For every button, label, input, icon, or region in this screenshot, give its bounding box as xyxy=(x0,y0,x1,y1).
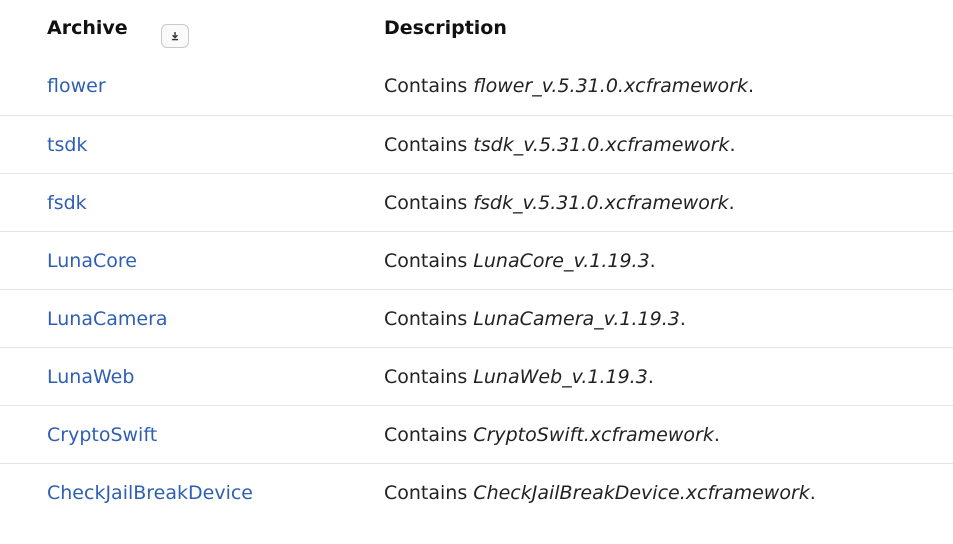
download-arrow-icon[interactable] xyxy=(161,24,189,48)
desc-prefix: Contains xyxy=(384,365,474,388)
row-description: Contains LunaCore_v.1.19.3. xyxy=(384,232,656,289)
archive-link-flower[interactable]: flower xyxy=(47,74,106,98)
row-description: Contains CheckJailBreakDevice.xcframewor… xyxy=(384,464,816,521)
archive-link-fsdk[interactable]: fsdk xyxy=(47,191,87,215)
desc-filename: LunaCore_v.1.19.3 xyxy=(473,249,650,272)
desc-suffix: . xyxy=(649,249,656,272)
desc-prefix: Contains xyxy=(384,133,474,156)
archive-link-checkjailbreakdevice[interactable]: CheckJailBreakDevice xyxy=(47,481,253,505)
table-header: Archive Description xyxy=(0,0,953,56)
row-description: Contains flower_v.5.31.0.xcframework. xyxy=(384,56,754,115)
table-row: LunaWeb Contains LunaWeb_v.1.19.3. xyxy=(0,347,953,405)
desc-filename: LunaCamera_v.1.19.3 xyxy=(473,307,680,330)
archive-link-lunacamera[interactable]: LunaCamera xyxy=(47,307,168,331)
desc-filename: LunaWeb_v.1.19.3 xyxy=(473,365,648,388)
table-row: tsdk Contains tsdk_v.5.31.0.xcframework. xyxy=(0,115,953,173)
desc-filename: CryptoSwift.xcframework xyxy=(473,423,714,446)
row-description: Contains LunaCamera_v.1.19.3. xyxy=(384,290,686,347)
archive-link-tsdk[interactable]: tsdk xyxy=(47,133,87,157)
desc-prefix: Contains xyxy=(384,191,474,214)
desc-filename: tsdk_v.5.31.0.xcframework xyxy=(473,133,730,156)
desc-suffix: . xyxy=(729,133,736,156)
table-row: fsdk Contains fsdk_v.5.31.0.xcframework. xyxy=(0,173,953,231)
archive-link-lunacore[interactable]: LunaCore xyxy=(47,249,137,273)
desc-filename: CheckJailBreakDevice.xcframework xyxy=(473,481,810,504)
row-description: Contains LunaWeb_v.1.19.3. xyxy=(384,348,654,405)
archive-column-header: Archive xyxy=(47,17,128,39)
desc-prefix: Contains xyxy=(384,481,474,504)
desc-suffix: . xyxy=(747,74,754,97)
row-description: Contains CryptoSwift.xcframework. xyxy=(384,406,720,463)
desc-suffix: . xyxy=(679,307,686,330)
desc-prefix: Contains xyxy=(384,249,474,272)
desc-filename: flower_v.5.31.0.xcframework xyxy=(473,74,748,97)
archives-table: Archive Description flower Contains flow… xyxy=(0,0,953,521)
desc-suffix: . xyxy=(713,423,720,446)
desc-suffix: . xyxy=(728,191,735,214)
row-description: Contains fsdk_v.5.31.0.xcframework. xyxy=(384,174,735,231)
desc-suffix: . xyxy=(647,365,654,388)
table-row: CryptoSwift Contains CryptoSwift.xcframe… xyxy=(0,405,953,463)
description-column-header: Description xyxy=(384,17,507,39)
desc-prefix: Contains xyxy=(384,423,474,446)
desc-prefix: Contains xyxy=(384,307,474,330)
desc-prefix: Contains xyxy=(384,74,474,97)
table-row: CheckJailBreakDevice Contains CheckJailB… xyxy=(0,463,953,521)
archive-link-cryptoswift[interactable]: CryptoSwift xyxy=(47,423,157,447)
desc-filename: fsdk_v.5.31.0.xcframework xyxy=(473,191,729,214)
table-row: LunaCamera Contains LunaCamera_v.1.19.3. xyxy=(0,289,953,347)
table-row: LunaCore Contains LunaCore_v.1.19.3. xyxy=(0,231,953,289)
table-row: flower Contains flower_v.5.31.0.xcframew… xyxy=(0,56,953,115)
archive-link-lunaweb[interactable]: LunaWeb xyxy=(47,365,134,389)
desc-suffix: . xyxy=(809,481,816,504)
row-description: Contains tsdk_v.5.31.0.xcframework. xyxy=(384,116,735,173)
